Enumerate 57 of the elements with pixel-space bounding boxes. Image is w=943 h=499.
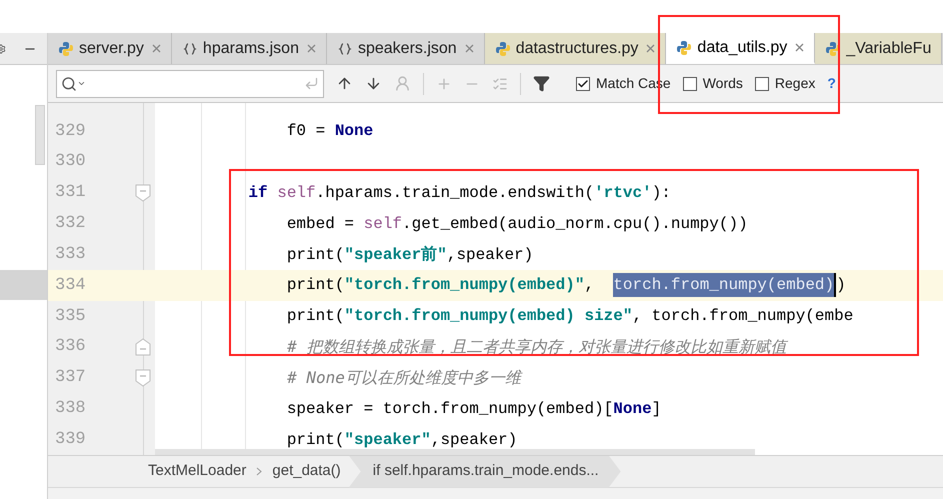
search-field[interactable]	[56, 70, 324, 98]
fold-icon[interactable]	[135, 368, 151, 387]
line-number: 334	[55, 274, 86, 297]
code-line: speaker = torch.from_numpy(embed)[None]	[286, 398, 662, 420]
option-label[interactable]: Words	[702, 73, 743, 94]
line-number: 337	[55, 367, 86, 390]
checkbox[interactable]	[754, 76, 769, 90]
line-number: 338	[55, 398, 86, 420]
chevron-icon	[256, 467, 262, 476]
code-line: print("speaker前",speaker)	[286, 244, 534, 266]
filter-icon[interactable]	[533, 75, 550, 92]
arrow-down-icon[interactable]	[365, 75, 382, 92]
code-line: # 把数组转换成张量，且二者共享内存，对张量进行修改比如重新赋值	[286, 336, 786, 358]
code-line: f0 = None	[286, 121, 374, 142]
close-icon[interactable]	[646, 44, 656, 53]
line-number: 339	[55, 428, 86, 451]
code-line: print("speaker",speaker)	[286, 430, 518, 451]
code-line: print("torch.from_numpy(embed)", torch.from_numpy(embed))	[155, 273, 846, 298]
editor-tab[interactable]: data_utils.py	[666, 33, 816, 64]
enter-icon	[304, 76, 319, 91]
json-file-icon	[336, 40, 353, 56]
scrollbar-thumb[interactable]	[35, 105, 45, 165]
python-file-icon	[58, 40, 74, 56]
line-number: 331	[55, 182, 86, 204]
breadcrumb[interactable]: get_data()	[272, 456, 341, 488]
line-number: 335	[55, 306, 86, 328]
person-icon[interactable]	[394, 75, 411, 92]
close-icon[interactable]	[464, 44, 474, 53]
arrow-up-icon[interactable]	[336, 75, 353, 92]
horizontal-scrollbar[interactable]	[155, 449, 755, 455]
python-file-icon	[676, 40, 692, 56]
close-icon[interactable]	[795, 43, 804, 52]
code-line: # None可以在所处维度中多一维	[286, 366, 521, 389]
line-number: 332	[55, 213, 86, 236]
checkbox[interactable]	[576, 76, 590, 90]
line-number: 333	[55, 244, 86, 266]
search-icon	[61, 76, 77, 92]
line-number: 329	[55, 120, 86, 143]
line-number: 336	[55, 336, 86, 358]
python-file-icon	[494, 40, 511, 56]
code-line: print("torch.from_numpy(embed) size", torch.from_numpy(embe	[286, 306, 854, 328]
close-icon[interactable]	[306, 44, 316, 53]
line-number: 330	[55, 151, 86, 174]
checklist-icon[interactable]	[492, 76, 508, 92]
option-label[interactable]: Regex	[774, 73, 816, 94]
breadcrumb[interactable]: if self.hparams.train_mode.ends...	[348, 456, 621, 488]
editor-tab[interactable]: _VariableFu	[815, 33, 942, 64]
checkbox[interactable]	[682, 76, 697, 90]
breadcrumb[interactable]: TextMelLoader	[148, 456, 246, 488]
close-icon[interactable]	[152, 44, 161, 53]
editor-tab[interactable]: datastructures.py	[484, 33, 666, 64]
help-link[interactable]: ?	[827, 73, 836, 94]
code-line: if self.hparams.train_mode.endswith('rtvc'):	[247, 183, 671, 204]
plus-icon[interactable]	[436, 76, 452, 92]
code-line: embed = self.get_embed(audio_norm.cpu().numpy())	[286, 214, 748, 235]
json-file-icon	[182, 40, 198, 56]
caret-icon	[77, 79, 86, 88]
